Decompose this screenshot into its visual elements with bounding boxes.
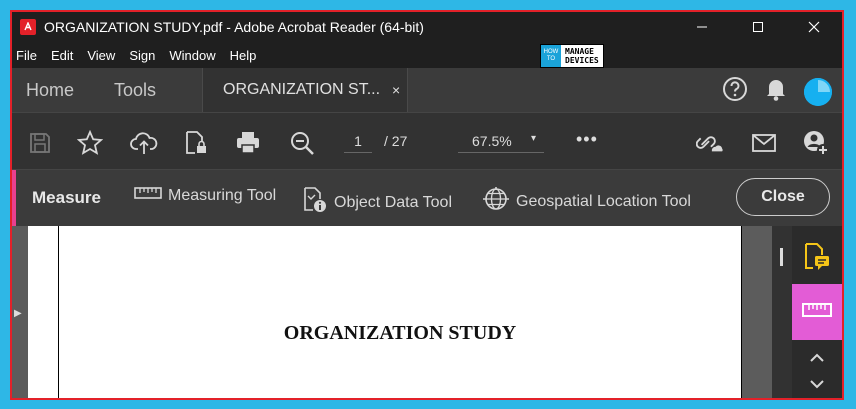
scrollbar-thumb[interactable]: [780, 248, 783, 266]
main-toolbar: 1 / 27 67.5% ▾ •••: [12, 112, 842, 170]
close-window-button[interactable]: [786, 12, 842, 42]
object-data-icon: [302, 186, 328, 219]
scroll-down-chevron-icon[interactable]: [792, 372, 842, 396]
measure-title: Measure: [32, 188, 101, 207]
protect-file-icon[interactable]: [182, 129, 210, 157]
menu-bar: File Edit View Sign Window Help HOW TO M…: [12, 42, 842, 68]
cloud-upload-icon[interactable]: [130, 129, 158, 157]
page-left-edge: [28, 226, 58, 398]
zoom-select[interactable]: 67.5% ▾: [458, 133, 544, 153]
share-link-icon[interactable]: [696, 129, 724, 157]
scroll-up-chevron-icon[interactable]: [792, 346, 842, 370]
chevron-down-icon: ▾: [530, 133, 536, 144]
vertical-scrollbar[interactable]: [772, 226, 792, 398]
object-data-tool-label: Object Data Tool: [334, 193, 452, 211]
ruler-panel-icon: [802, 302, 832, 323]
user-avatar[interactable]: [804, 77, 832, 106]
tab-document-label: ORGANIZATION ST...: [223, 81, 381, 98]
measuring-tool-button[interactable]: Measuring Tool: [134, 186, 276, 205]
tab-home[interactable]: Home: [26, 80, 74, 101]
geospatial-location-tool-label: Geospatial Location Tool: [516, 192, 691, 210]
acrobat-window: ORGANIZATION STUDY.pdf - Adobe Acrobat R…: [10, 10, 844, 400]
print-icon[interactable]: [234, 129, 262, 157]
save-icon[interactable]: [26, 129, 54, 157]
acrobat-app-icon: [20, 19, 36, 35]
tab-document[interactable]: ORGANIZATION ST... ×: [202, 68, 408, 112]
logo-manage: MANAGE: [565, 47, 594, 56]
logo-how-to: HOW TO: [541, 45, 561, 67]
measure-toolbar: Measure Measuring Tool Object Data Tool …: [12, 170, 842, 226]
logo-devices: DEVICES: [565, 56, 599, 65]
email-icon[interactable]: [750, 129, 778, 157]
page-total: / 27: [384, 133, 408, 149]
menu-file[interactable]: File: [16, 48, 37, 63]
zoom-value: 67.5%: [472, 133, 512, 149]
maximize-button[interactable]: [730, 12, 786, 42]
menu-view[interactable]: View: [87, 48, 115, 63]
title-bar: ORGANIZATION STUDY.pdf - Adobe Acrobat R…: [12, 12, 842, 42]
minimize-button[interactable]: [674, 12, 730, 42]
page-number-input[interactable]: 1: [344, 133, 372, 153]
left-panel-toggle-icon[interactable]: ▶: [14, 308, 22, 319]
help-icon[interactable]: [722, 76, 748, 107]
document-heading: ORGANIZATION STUDY: [283, 322, 517, 344]
comment-icon: [803, 242, 831, 277]
menu-sign[interactable]: Sign: [129, 48, 155, 63]
add-user-icon[interactable]: [802, 129, 830, 157]
close-measure-button[interactable]: Close: [736, 178, 830, 216]
window-title: ORGANIZATION STUDY.pdf - Adobe Acrobat R…: [44, 19, 424, 35]
pdf-page: ORGANIZATION STUDY: [58, 226, 742, 398]
document-viewport[interactable]: ▶ ORGANIZATION STUDY: [12, 226, 792, 398]
measuring-tool-label: Measuring Tool: [168, 186, 277, 204]
zoom-out-icon[interactable]: [288, 129, 316, 157]
menu-help[interactable]: Help: [230, 48, 257, 63]
globe-icon: [482, 186, 510, 217]
right-tools-panel: [792, 226, 842, 398]
object-data-tool-button[interactable]: Object Data Tool: [302, 186, 452, 219]
tab-close-icon[interactable]: ×: [392, 82, 400, 98]
bell-icon[interactable]: [764, 76, 788, 107]
menu-window[interactable]: Window: [169, 48, 215, 63]
howtomanagedevices-logo: HOW TO MANAGE DEVICES: [540, 44, 604, 68]
comment-tool-button[interactable]: [792, 234, 842, 284]
measure-tool-panel-button[interactable]: [792, 284, 842, 340]
star-icon[interactable]: [76, 129, 104, 157]
geospatial-location-tool-button[interactable]: Geospatial Location Tool: [482, 186, 691, 217]
more-options-icon[interactable]: •••: [576, 129, 598, 150]
menu-edit[interactable]: Edit: [51, 48, 73, 63]
tab-bar: Home Tools ORGANIZATION ST... ×: [12, 68, 842, 112]
ruler-icon: [134, 186, 162, 205]
tab-tools[interactable]: Tools: [114, 80, 156, 101]
